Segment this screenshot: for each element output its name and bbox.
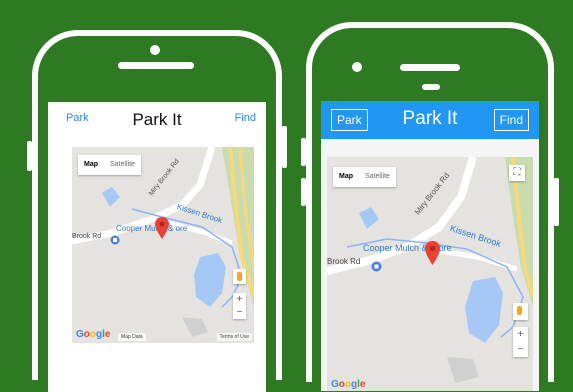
map-tab-map[interactable]: Map	[333, 167, 359, 187]
google-logo: Google	[76, 329, 111, 340]
page-title: Park It	[132, 110, 182, 129]
app-screen: Park Park It Find Map Satellite ⛶ Miry B	[321, 101, 539, 391]
road-label: Brook Rd	[327, 257, 361, 266]
map-data-link[interactable]: Map Data	[118, 333, 146, 341]
zoom-in-button[interactable]: +	[233, 293, 246, 306]
map-view[interactable]: Map Satellite Miry Brook Rd Kissen Brook…	[72, 147, 254, 343]
shop-icon	[371, 261, 382, 272]
phone-side-button	[554, 178, 559, 226]
google-logo: Google	[331, 379, 366, 390]
phone-sensor	[422, 84, 440, 90]
place-label: Cooper Mulch & ore	[116, 224, 188, 233]
phone-camera	[352, 62, 362, 72]
map-view[interactable]: Map Satellite ⛶ Miry Brook Rd Kissen Bro…	[327, 157, 533, 391]
app-screen: Park Park It Find Map Satellite Miry Bro…	[48, 102, 266, 392]
shop-icon	[110, 235, 120, 245]
phone-speaker	[400, 64, 460, 71]
location-pin-icon[interactable]	[155, 217, 169, 239]
phone-side-button	[301, 178, 306, 206]
location-pin-icon[interactable]	[425, 241, 440, 265]
map-tab-satellite[interactable]: Satellite	[104, 155, 141, 175]
zoom-out-button[interactable]: −	[233, 306, 246, 319]
road-label: Brook Rd	[72, 233, 102, 240]
phone-speaker	[118, 62, 194, 69]
zoom-out-button[interactable]: −	[513, 342, 528, 357]
pegman-icon[interactable]	[513, 303, 528, 320]
terms-link[interactable]: Terms of Use	[216, 333, 252, 341]
app-header: Park Park It Find	[48, 102, 266, 136]
map-tab-satellite[interactable]: Satellite	[359, 167, 396, 187]
pegman-icon[interactable]	[233, 269, 246, 284]
zoom-control: + −	[233, 293, 246, 319]
map-type-control: Map Satellite	[78, 155, 141, 175]
phone-left: Park Park It Find Map Satellite Miry Bro…	[27, 30, 287, 392]
map-tab-map[interactable]: Map	[78, 155, 104, 175]
phone-side-button	[301, 138, 306, 166]
phone-side-button	[282, 126, 287, 168]
map-type-control: Map Satellite	[333, 167, 396, 187]
find-button[interactable]: Find	[493, 109, 529, 131]
phone-side-button	[27, 141, 32, 171]
zoom-in-button[interactable]: +	[513, 327, 528, 342]
phone-right: Park Park It Find Map Satellite ⛶ Miry B	[301, 22, 559, 391]
zoom-control: + −	[513, 327, 528, 357]
phone-camera	[150, 45, 160, 55]
fullscreen-icon[interactable]: ⛶	[509, 165, 525, 181]
app-header: Park Park It Find	[321, 101, 539, 139]
find-link[interactable]: Find	[235, 112, 256, 124]
